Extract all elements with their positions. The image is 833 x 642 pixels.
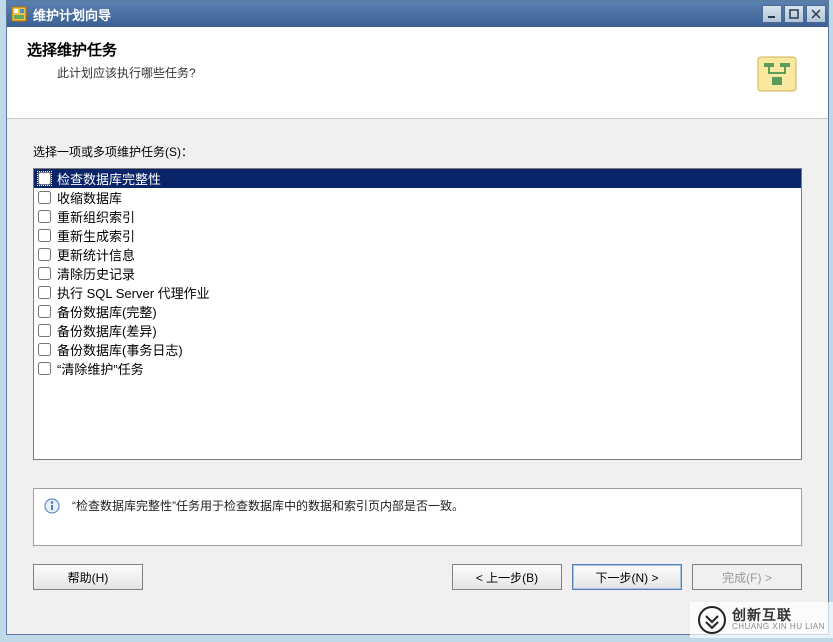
titlebar: 维护计划向导	[7, 1, 828, 27]
task-checkbox[interactable]	[38, 343, 51, 356]
task-item[interactable]: 检查数据库完整性	[34, 169, 801, 188]
info-text: “检查数据库完整性”任务用于检查数据库中的数据和索引页内部是否一致。	[72, 497, 464, 514]
task-checkbox[interactable]	[38, 267, 51, 280]
task-item[interactable]: 清除历史记录	[34, 264, 801, 283]
content-area: 选择一项或多项维护任务(S)： 检查数据库完整性收缩数据库重新组织索引重新生成索…	[7, 119, 828, 470]
window-title: 维护计划向导	[33, 5, 762, 24]
task-item[interactable]: 收缩数据库	[34, 188, 801, 207]
watermark-sub: CHUANG XIN HU LIAN	[732, 623, 825, 632]
task-checkbox[interactable]	[38, 172, 51, 185]
task-item[interactable]: 重新生成索引	[34, 226, 801, 245]
task-label: 清除历史记录	[57, 264, 135, 283]
wizard-icon	[11, 6, 27, 22]
wizard-header: 选择维护任务 此计划应该执行哪些任务?	[7, 27, 828, 119]
task-checkbox[interactable]	[38, 248, 51, 261]
task-list[interactable]: 检查数据库完整性收缩数据库重新组织索引重新生成索引更新统计信息清除历史记录执行 …	[33, 168, 802, 460]
task-label: 执行 SQL Server 代理作业	[57, 283, 210, 302]
back-button[interactable]: < 上一步(B)	[452, 564, 562, 590]
watermark-logo-icon	[698, 606, 726, 634]
info-icon	[44, 498, 60, 514]
page-subtitle: 此计划应该执行哪些任务?	[57, 64, 752, 81]
task-label: 备份数据库(完整)	[57, 302, 157, 321]
task-checkbox[interactable]	[38, 286, 51, 299]
info-panel: “检查数据库完整性”任务用于检查数据库中的数据和索引页内部是否一致。	[33, 488, 802, 546]
minimize-button[interactable]	[762, 5, 782, 23]
server-workflow-icon	[752, 49, 802, 99]
task-item[interactable]: 备份数据库(事务日志)	[34, 340, 801, 359]
wizard-window: 维护计划向导 选择维护任务 此计划应该执行哪些任务? 选择一项或多项维护任务(S…	[6, 0, 829, 635]
help-button[interactable]: 帮助(H)	[33, 564, 143, 590]
task-checkbox[interactable]	[38, 229, 51, 242]
task-label: 重新生成索引	[57, 226, 135, 245]
maximize-button[interactable]	[784, 5, 804, 23]
task-item[interactable]: 备份数据库(差异)	[34, 321, 801, 340]
task-checkbox[interactable]	[38, 210, 51, 223]
task-label: 备份数据库(差异)	[57, 321, 157, 340]
next-button[interactable]: 下一步(N) >	[572, 564, 682, 590]
task-item[interactable]: 更新统计信息	[34, 245, 801, 264]
task-checkbox[interactable]	[38, 305, 51, 318]
task-list-label: 选择一项或多项维护任务(S)：	[33, 143, 802, 160]
task-checkbox[interactable]	[38, 191, 51, 204]
close-button[interactable]	[806, 5, 826, 23]
window-controls	[762, 5, 826, 23]
task-item[interactable]: 执行 SQL Server 代理作业	[34, 283, 801, 302]
task-checkbox[interactable]	[38, 324, 51, 337]
watermark-main: 创新互联	[732, 608, 825, 623]
task-label: 备份数据库(事务日志)	[57, 340, 183, 359]
button-row: 帮助(H) < 上一步(B) 下一步(N) > 完成(F) >	[7, 546, 828, 590]
task-item[interactable]: 重新组织索引	[34, 207, 801, 226]
watermark: 创新互联 CHUANG XIN HU LIAN	[690, 602, 833, 638]
task-label: 收缩数据库	[57, 188, 122, 207]
page-title: 选择维护任务	[27, 39, 752, 60]
task-label: 更新统计信息	[57, 245, 135, 264]
task-checkbox[interactable]	[38, 362, 51, 375]
task-label: 检查数据库完整性	[57, 169, 161, 188]
task-item[interactable]: 备份数据库(完整)	[34, 302, 801, 321]
task-label: “清除维护”任务	[57, 359, 144, 378]
finish-button: 完成(F) >	[692, 564, 802, 590]
task-label: 重新组织索引	[57, 207, 135, 226]
task-item[interactable]: “清除维护”任务	[34, 359, 801, 378]
